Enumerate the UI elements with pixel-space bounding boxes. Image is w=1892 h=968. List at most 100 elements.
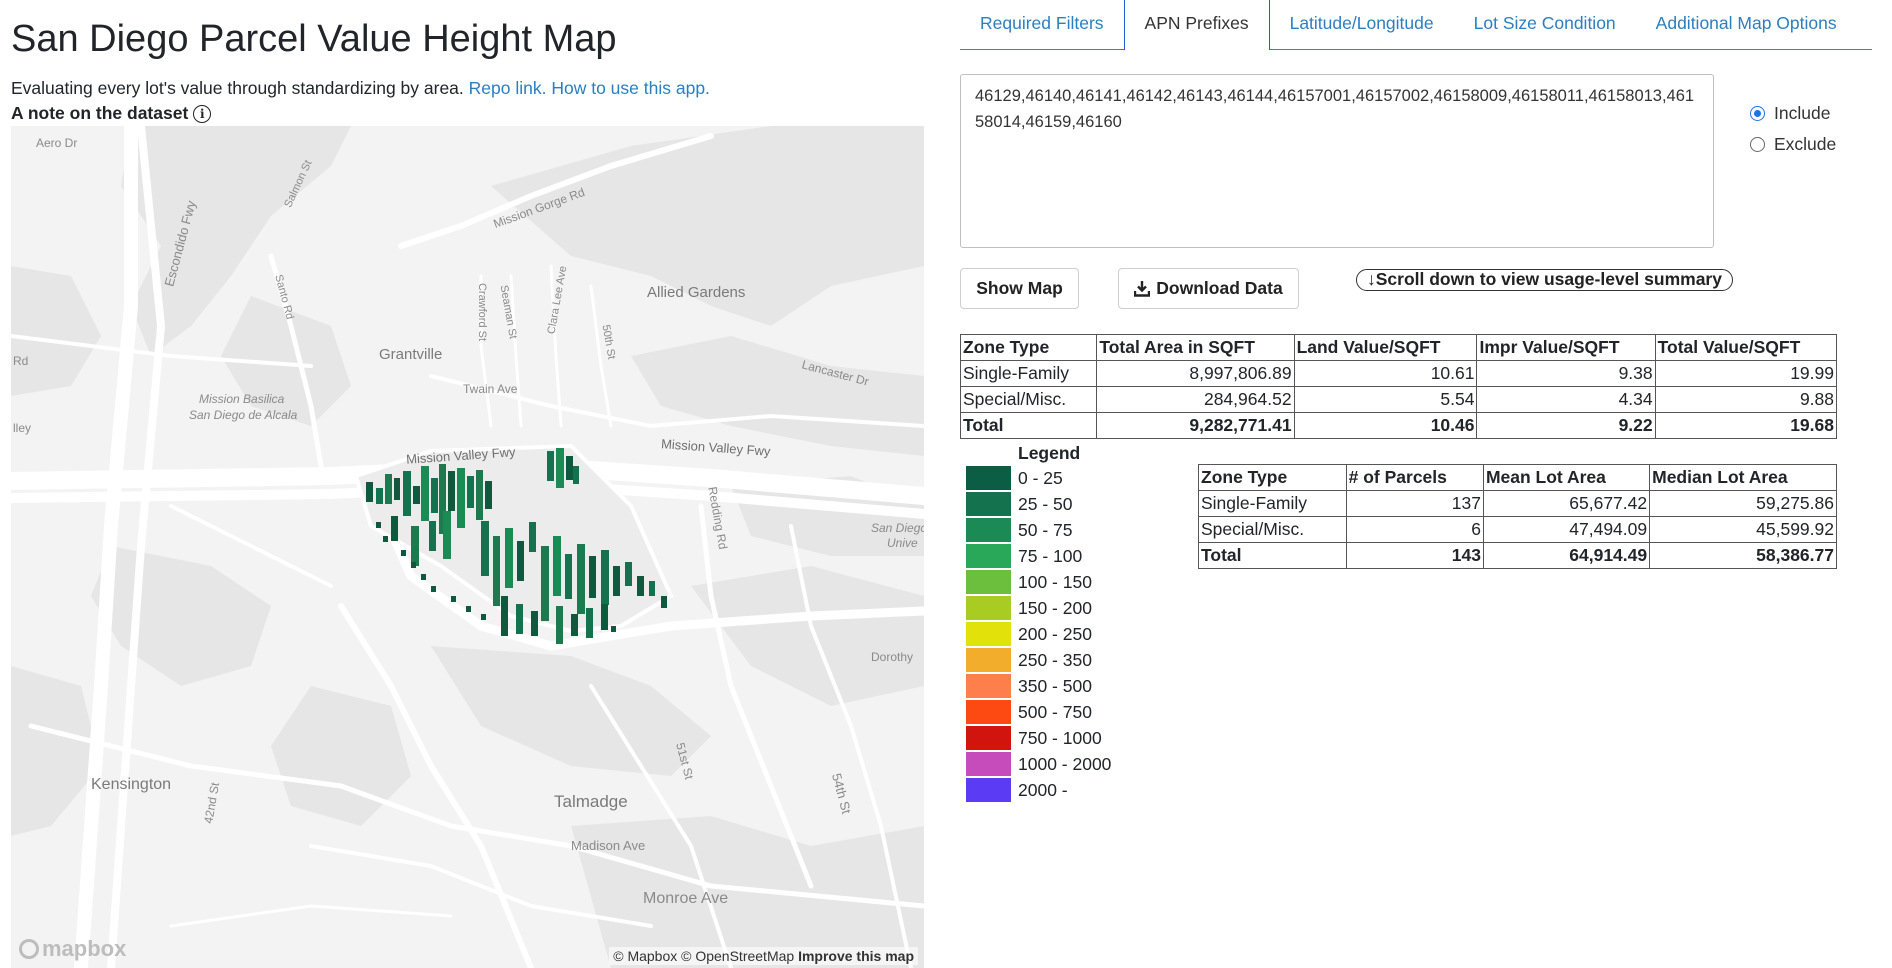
legend-item: 100 - 150 — [965, 569, 1092, 595]
apn-prefixes-input[interactable]: 46129,46140,46141,46142,46143,46144,4615… — [960, 74, 1714, 248]
repo-link[interactable]: Repo link. — [469, 78, 547, 98]
exclude-option[interactable]: Exclude — [1750, 129, 1836, 160]
map-label-monroe-ave: Monroe Ave — [643, 890, 729, 907]
table-row: Special/Misc. 6 47,494.09 45,599.92 — [1198, 516, 1837, 543]
include-radio[interactable] — [1750, 106, 1765, 121]
table-cell: 9.38 — [1476, 360, 1656, 387]
table-cell: 19.99 — [1654, 360, 1838, 387]
map-label-allied-gardens: Allied Gardens — [647, 284, 746, 301]
table-cell: 58,386.77 — [1649, 542, 1837, 569]
include-option[interactable]: Include — [1750, 98, 1836, 129]
legend-item: 150 - 200 — [965, 595, 1092, 621]
column-header: # of Parcels — [1345, 464, 1484, 491]
legend-item: 250 - 350 — [965, 647, 1092, 673]
tab-additional-map-options[interactable]: Additional Map Options — [1636, 0, 1857, 49]
column-header: Zone Type — [1198, 464, 1347, 491]
legend-label: 2000 - — [1018, 779, 1068, 800]
legend-label: 75 - 100 — [1018, 545, 1083, 566]
legend-swatch — [965, 647, 1012, 673]
table-cell: 45,599.92 — [1649, 516, 1837, 543]
tab-lot-size-condition[interactable]: Lot Size Condition — [1454, 0, 1636, 49]
table-cell: 9.22 — [1476, 412, 1656, 439]
table-cell: 65,677.42 — [1482, 490, 1651, 517]
table-cell: 284,964.52 — [1096, 386, 1295, 413]
dataset-note: A note on the dataset i — [11, 103, 212, 124]
how-to-link[interactable]: How to use this app. — [551, 78, 710, 98]
legend-swatch — [965, 699, 1012, 725]
map-label-san-diego-de-alcala: San Diego de Alcala — [189, 408, 298, 422]
column-header: Median Lot Area — [1649, 464, 1837, 491]
subtitle-text: Evaluating every lot's value through sta… — [11, 78, 464, 98]
legend-item: 350 - 500 — [965, 673, 1092, 699]
dataset-note-label: A note on the dataset — [11, 103, 189, 123]
improve-map-link[interactable]: Improve this map — [798, 948, 914, 964]
lot-summary-table: Zone Type # of Parcels Mean Lot Area Med… — [1198, 464, 1837, 569]
table-cell: 47,494.09 — [1482, 516, 1651, 543]
column-header: Total Value/SQFT — [1654, 334, 1838, 361]
map-label-rd: Rd — [13, 354, 29, 368]
legend-item: 200 - 250 — [965, 621, 1092, 647]
map-label-talmadge: Talmadge — [554, 792, 628, 811]
legend-label: 500 - 750 — [1018, 701, 1092, 722]
legend-label: 250 - 350 — [1018, 649, 1092, 670]
table-cell: Single-Family — [959, 360, 1098, 387]
tab-apn-prefixes[interactable]: APN Prefixes — [1123, 0, 1270, 50]
exclude-label: Exclude — [1774, 134, 1837, 154]
legend-label: 350 - 500 — [1018, 675, 1092, 696]
legend-label: 100 - 150 — [1018, 571, 1092, 592]
map-label-twain-ave: Twain Ave — [463, 382, 518, 396]
map-label-mission-basilica: Mission Basilica — [199, 392, 285, 406]
legend-item: 50 - 75 — [965, 517, 1072, 543]
table-row: Special/Misc. 284,964.52 5.54 4.34 9.88 — [959, 386, 1838, 413]
exclude-radio[interactable] — [1750, 137, 1765, 152]
mapbox-logo-text: mapbox — [42, 936, 127, 961]
attribution-osm-link[interactable]: © OpenStreetMap — [681, 948, 794, 964]
legend-label: 150 - 200 — [1018, 597, 1092, 618]
table-cell: 143 — [1345, 542, 1484, 569]
legend-item: 25 - 50 — [965, 491, 1072, 517]
table-total-row: Total 9,282,771.41 10.46 9.22 19.68 — [959, 412, 1838, 439]
legend-swatch — [965, 543, 1012, 569]
mapbox-logo[interactable]: mapbox — [19, 936, 126, 962]
scroll-down-note: ↓Scroll down to view usage-level summary — [1356, 269, 1733, 291]
legend-item: 0 - 25 — [965, 465, 1063, 491]
map-label-san-diego-univ-2: Unive — [887, 536, 918, 550]
table-cell: 10.61 — [1293, 360, 1478, 387]
table-cell: 6 — [1345, 516, 1484, 543]
table-cell: Special/Misc. — [959, 386, 1098, 413]
map-label-crawford-st: Crawford St — [476, 282, 489, 342]
include-label: Include — [1774, 103, 1831, 123]
legend-swatch — [965, 569, 1012, 595]
table-cell: 19.68 — [1654, 412, 1838, 439]
include-exclude-group: Include Exclude — [1750, 98, 1836, 160]
table-header-row: Zone Type # of Parcels Mean Lot Area Med… — [1198, 464, 1837, 491]
legend-swatch — [965, 595, 1012, 621]
column-header: Total Area in SQFT — [1096, 334, 1295, 361]
attribution-mapbox-link[interactable]: © Mapbox — [613, 948, 677, 964]
map-attribution: © Mapbox © OpenStreetMap Improve this ma… — [609, 947, 918, 965]
value-summary-table: Zone Type Total Area in SQFT Land Value/… — [959, 334, 1838, 439]
download-icon — [1134, 281, 1151, 297]
filter-tabs: Required Filters APN Prefixes Latitude/L… — [960, 0, 1872, 50]
legend-swatch — [965, 751, 1012, 777]
legend-label: 200 - 250 — [1018, 623, 1092, 644]
legend-title: Legend — [1018, 443, 1081, 463]
page-subtitle: Evaluating every lot's value through sta… — [11, 78, 710, 99]
tab-required-filters[interactable]: Required Filters — [960, 0, 1124, 49]
show-map-button[interactable]: Show Map — [960, 268, 1079, 309]
table-cell: 10.46 — [1293, 412, 1478, 439]
legend-item: 75 - 100 — [965, 543, 1082, 569]
table-row: Single-Family 137 65,677.42 59,275.86 — [1198, 490, 1837, 517]
tab-latitude-longitude[interactable]: Latitude/Longitude — [1270, 0, 1454, 49]
table-cell: Total — [1198, 542, 1347, 569]
parcel-map[interactable]: Aero Dr Salmon St Mission Gorge Rd Escon… — [11, 126, 924, 968]
table-header-row: Zone Type Total Area in SQFT Land Value/… — [959, 334, 1838, 361]
map-label-madison-ave: Madison Ave — [571, 838, 646, 853]
column-header: Zone Type — [959, 334, 1098, 361]
table-cell: 9,282,771.41 — [1096, 412, 1295, 439]
table-cell: 9.88 — [1654, 386, 1838, 413]
info-icon[interactable]: i — [193, 104, 212, 123]
download-data-button[interactable]: Download Data — [1118, 268, 1299, 309]
legend-label: 0 - 25 — [1018, 467, 1063, 488]
legend-swatch — [965, 621, 1012, 647]
